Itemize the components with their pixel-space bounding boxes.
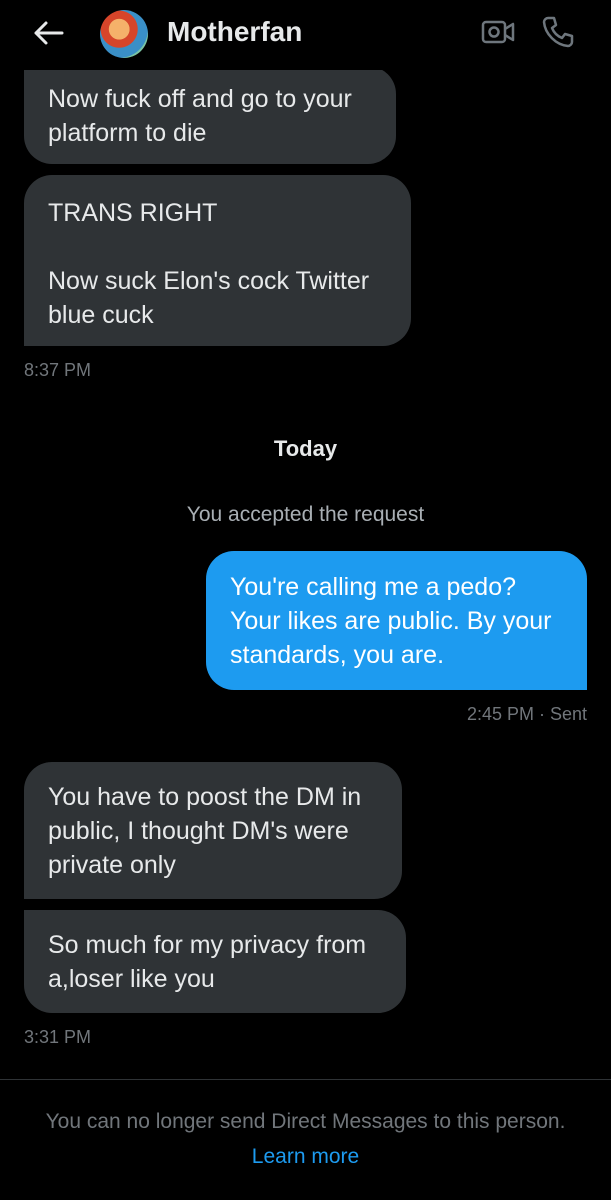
day-separator: Today xyxy=(273,436,338,461)
system-note: You accepted the request xyxy=(186,503,425,526)
learn-more-link[interactable]: Learn more xyxy=(0,1145,611,1169)
message-timestamp: 8:37 PM xyxy=(24,360,92,380)
message-bubble-sent[interactable]: You're calling me a pedo? Your likes are… xyxy=(206,551,587,690)
sent-status: 2:45 PM · Sent xyxy=(466,704,587,724)
message-text: So much for my privacy from a,loser like… xyxy=(48,931,367,993)
message-bubble-received[interactable]: You have to poost the DM in public, I th… xyxy=(24,762,402,899)
dm-disabled-notice: You can no longer send Direct Messages t… xyxy=(45,1110,566,1133)
message-text: TRANS RIGHT Now suck Elon's cock Twitter… xyxy=(48,199,370,329)
message-text: You have to poost the DM in public, I th… xyxy=(48,783,362,879)
message-bubble-received[interactable]: TRANS RIGHT Now suck Elon's cock Twitter… xyxy=(24,175,411,346)
message-timestamp: 3:31 PM xyxy=(24,1027,92,1047)
conversation-title[interactable]: Motherfan xyxy=(167,16,302,48)
conversation-header: Motherfan xyxy=(0,0,611,70)
message-bubble-received[interactable]: So much for my privacy from a,loser like… xyxy=(24,910,406,1013)
message-bubble-received[interactable]: Now fuck off and go to your platform to … xyxy=(24,66,396,164)
divider xyxy=(0,1079,611,1080)
avatar[interactable] xyxy=(100,10,148,58)
video-call-icon[interactable] xyxy=(480,16,516,48)
back-arrow-icon[interactable] xyxy=(30,18,66,48)
message-text: Now fuck off and go to your platform to … xyxy=(48,85,352,147)
message-text: You're calling me a pedo? Your likes are… xyxy=(230,573,552,669)
phone-call-icon[interactable] xyxy=(540,14,576,50)
